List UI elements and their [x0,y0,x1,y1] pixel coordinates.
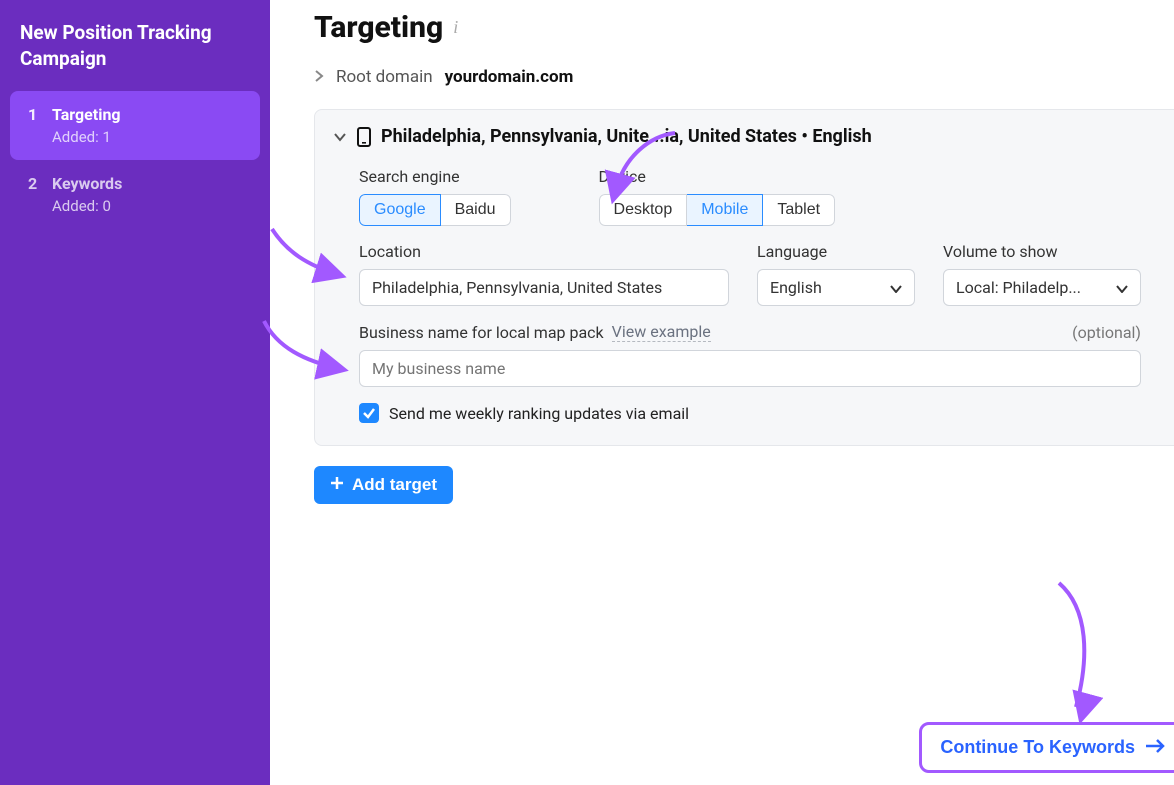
optional-label: (optional) [1072,323,1141,342]
business-label: Business name for local map pack [359,323,604,342]
campaign-title: New Position Tracking Campaign [0,20,270,91]
chevron-right-icon [314,67,324,87]
annotation-arrow [1044,579,1104,723]
device-tablet[interactable]: Tablet [763,194,835,226]
search-engine-group: Google Baidu [359,194,511,226]
target-header[interactable]: Philadelphia, Pennsylvania, Unite...ia, … [315,110,1174,159]
sidebar: New Position Tracking Campaign 1 Targeti… [0,0,270,785]
search-engine-baidu[interactable]: Baidu [441,194,511,226]
arrow-right-icon [1145,737,1165,758]
device-label: Device [599,167,836,186]
step-number: 2 [28,174,52,193]
language-label: Language [757,242,915,261]
search-engine-google[interactable]: Google [359,194,441,226]
mobile-icon [357,127,371,147]
search-engine-label: Search engine [359,167,511,186]
info-icon[interactable]: i [453,17,458,38]
weekly-updates-label: Send me weekly ranking updates via email [389,404,689,423]
volume-select[interactable]: Local: Philadelp... [943,269,1141,306]
view-example-link[interactable]: View example [612,322,711,342]
plus-icon [330,475,344,495]
location-input[interactable] [359,269,729,306]
target-header-text: Philadelphia, Pennsylvania, Unite...ia, … [381,126,872,147]
breadcrumb-value: yourdomain.com [445,67,574,87]
breadcrumb-label: Root domain [336,67,433,87]
weekly-updates-checkbox[interactable] [359,403,379,423]
continue-to-keywords-button[interactable]: Continue To Keywords [919,722,1174,773]
annotation-arrow [267,227,347,291]
step-label: Keywords [52,174,242,193]
breadcrumb: Root domain yourdomain.com [314,67,1174,87]
step-sub: Added: 0 [52,197,242,215]
step-sub: Added: 1 [52,128,242,146]
chevron-down-icon [1116,278,1128,297]
target-panel: Philadelphia, Pennsylvania, Unite...ia, … [314,109,1174,446]
add-target-button[interactable]: Add target [314,466,453,504]
annotation-arrow [259,319,349,383]
step-number: 1 [28,105,52,124]
language-select[interactable]: English [757,269,915,306]
business-name-input[interactable] [359,350,1141,387]
page-title: Targeting i [314,10,1174,45]
device-group: Desktop Mobile Tablet [599,194,836,226]
step-label: Targeting [52,105,242,124]
step-targeting[interactable]: 1 Targeting Added: 1 [10,91,260,160]
chevron-down-icon [890,278,902,297]
main: Targeting i Root domain yourdomain.com P… [270,0,1174,785]
device-desktop[interactable]: Desktop [599,194,688,226]
device-mobile[interactable]: Mobile [687,194,763,226]
step-keywords[interactable]: 2 Keywords Added: 0 [10,160,260,229]
chevron-down-icon [333,126,347,147]
volume-label: Volume to show [943,242,1141,261]
location-label: Location [359,242,729,261]
